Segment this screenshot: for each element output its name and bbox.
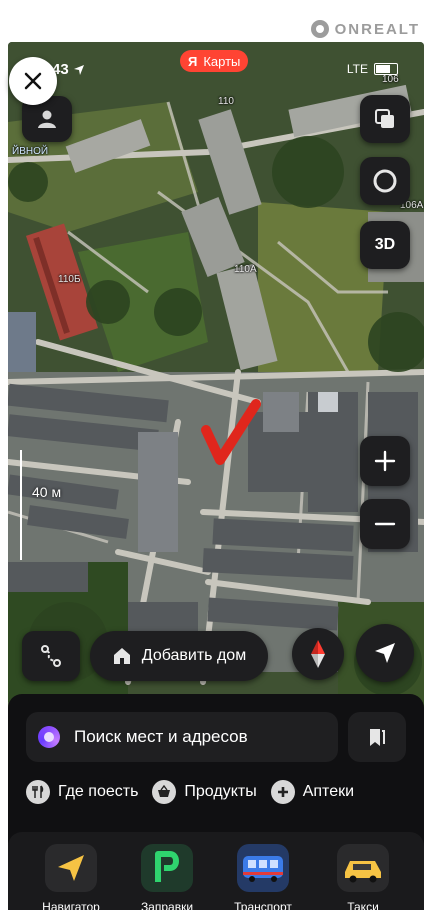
compass-icon xyxy=(311,640,325,668)
service-label: Транспорт xyxy=(234,900,292,914)
service-label: Заправки xyxy=(140,900,194,914)
scale-bar xyxy=(20,450,22,560)
home-icon xyxy=(113,648,130,664)
service-label: Навигатор xyxy=(42,900,100,914)
chip-label: Продукты xyxy=(184,783,257,800)
service-fuel[interactable]: Заправки xyxy=(124,844,210,914)
ring-icon xyxy=(373,169,397,193)
navigation-arrow-icon xyxy=(375,643,395,663)
fuel-icon xyxy=(141,844,193,892)
taxi-icon xyxy=(337,844,389,892)
cross-icon xyxy=(270,780,295,804)
fork-knife-icon xyxy=(26,780,50,804)
close-icon xyxy=(24,72,42,90)
building-label: 110 xyxy=(218,96,234,107)
watermark: ONREALT xyxy=(310,20,420,38)
compass-button[interactable] xyxy=(292,628,344,680)
battery-icon xyxy=(374,63,398,75)
alice-icon[interactable] xyxy=(38,726,60,748)
onrealt-logo-icon xyxy=(310,20,329,38)
street-label: ЙВНОЙ xyxy=(12,146,49,157)
route-mode-button[interactable] xyxy=(360,157,410,205)
location-arrow-icon xyxy=(73,64,84,75)
category-chips: Где поесть Продукты Аптеки xyxy=(26,780,354,804)
bookmarks-button[interactable] xyxy=(348,712,406,762)
scale-label: 40 м xyxy=(32,484,62,500)
layers-button[interactable] xyxy=(360,95,410,143)
zoom-out-button[interactable] xyxy=(360,499,410,549)
chip-pharmacies[interactable]: Аптеки xyxy=(270,780,355,804)
chip-food[interactable]: Где поесть xyxy=(26,780,138,804)
add-home-label: Добавить дом xyxy=(141,647,247,664)
search-input[interactable]: Поиск мест и адресов xyxy=(26,712,338,762)
add-home-button[interactable]: Добавить дом xyxy=(90,631,268,681)
3d-toggle-button[interactable]: 3D xyxy=(360,221,410,269)
search-placeholder: Поиск мест и адресов xyxy=(74,727,248,746)
bus-icon xyxy=(237,844,289,892)
yandex-logo: Я xyxy=(188,53,198,69)
bookmarks-icon xyxy=(370,729,385,746)
watermark-text: ONREALT xyxy=(334,20,420,38)
app-name: Карты xyxy=(203,53,241,69)
route-button[interactable] xyxy=(22,631,80,681)
zoom-in-button[interactable] xyxy=(360,436,410,486)
minus-icon xyxy=(374,522,396,526)
service-label: Такси xyxy=(347,900,379,914)
close-button[interactable] xyxy=(9,57,57,105)
chip-label: Аптеки xyxy=(302,783,355,800)
status-indicators: LTE xyxy=(347,62,398,76)
chip-label: Где поесть xyxy=(58,783,139,800)
chip-groceries[interactable]: Продукты xyxy=(152,780,257,804)
service-transport[interactable]: Транспорт xyxy=(220,844,306,914)
basket-icon xyxy=(152,780,177,804)
building-label: 110А xyxy=(234,264,257,275)
my-location-button[interactable] xyxy=(356,624,414,682)
network-type: LTE xyxy=(346,62,368,76)
route-icon xyxy=(41,645,61,667)
user-icon xyxy=(38,110,56,128)
navigator-icon xyxy=(45,844,97,892)
service-navigator[interactable]: Навигатор xyxy=(28,844,114,914)
status-time: 43 xyxy=(52,61,85,78)
building-label: 110Б xyxy=(58,274,81,285)
layers-icon xyxy=(375,109,394,128)
service-taxi[interactable]: Такси xyxy=(320,844,406,914)
plus-icon xyxy=(374,450,396,472)
yandex-maps-badge: Я Карты xyxy=(180,50,249,72)
